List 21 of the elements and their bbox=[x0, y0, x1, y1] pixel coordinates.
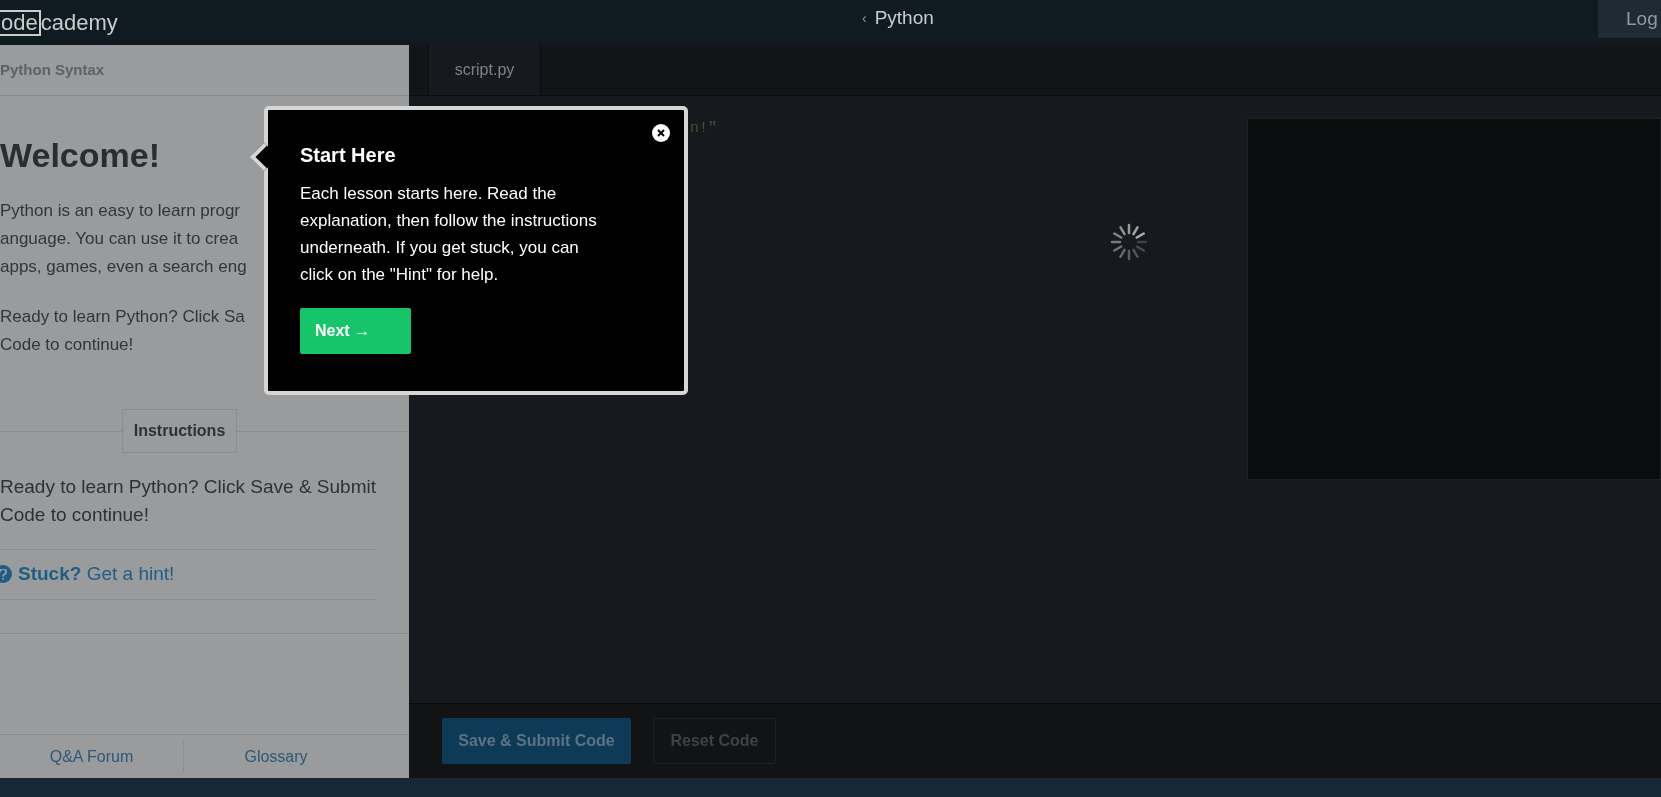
close-icon[interactable] bbox=[652, 124, 670, 142]
logo[interactable]: odecademy bbox=[0, 9, 118, 36]
lesson-text: Code to continue! bbox=[0, 333, 134, 356]
lesson-text: apps, games, even a search eng bbox=[0, 255, 247, 278]
section-title: Python Syntax bbox=[0, 59, 105, 80]
instructions-text: Ready to learn Python? Click Save & Submit Code to continue! bbox=[0, 474, 376, 527]
footer-link[interactable]: Q&A Forum bbox=[49, 744, 134, 769]
popover-text: Each lesson starts here. Read the explanation, then follow the instructions underneath. If you get stuck, you can click on the "Hint" for help. bbox=[300, 183, 598, 286]
lesson-text: anguage. You can use it to crea bbox=[0, 227, 239, 250]
footer-link[interactable]: Glossary bbox=[244, 744, 308, 769]
lesson-text: Ready to learn Python? Click Sa bbox=[0, 305, 245, 328]
login-button[interactable]: Log bbox=[1598, 0, 1661, 38]
course-title[interactable]: Python bbox=[874, 3, 934, 33]
back-caret[interactable]: ‹ bbox=[862, 7, 867, 29]
lesson-text: Python is an easy to learn progr bbox=[0, 199, 241, 222]
lesson-heading: Welcome! bbox=[0, 135, 160, 176]
popover-title: Start Here bbox=[300, 143, 397, 168]
submit-button[interactable]: Save & Submit Code bbox=[442, 718, 631, 764]
instructions-tab[interactable]: Instructions bbox=[121, 408, 238, 453]
hint-link[interactable]: Stuck? Get a hint! bbox=[18, 559, 175, 589]
file-tab[interactable]: script.py bbox=[428, 44, 541, 95]
